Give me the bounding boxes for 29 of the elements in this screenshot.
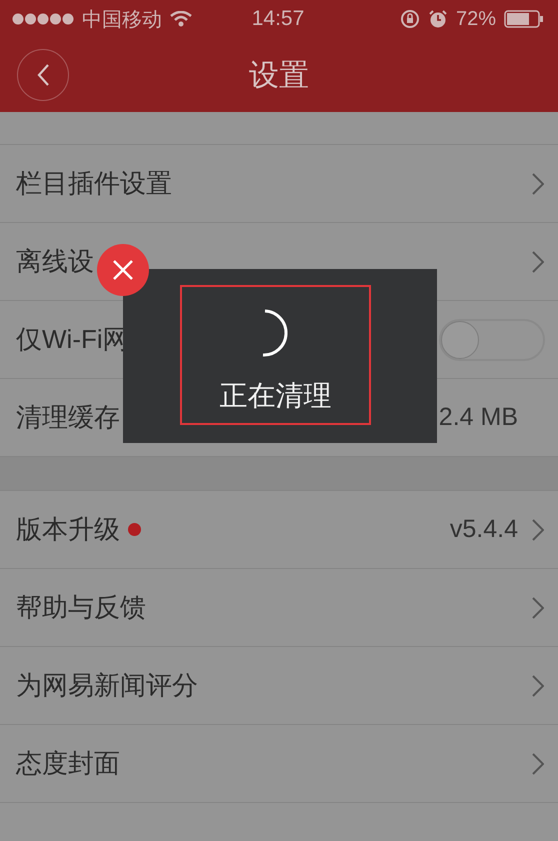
row-label: 栏目插件设置 [16,167,172,200]
page-title: 设置 [249,58,309,94]
chevron-icon [532,596,544,618]
wifi-toggle[interactable] [439,318,545,360]
row-value: v5.4.4 [450,515,518,544]
row-label: 离线设 [16,245,94,278]
close-icon [112,259,134,281]
battery-icon [504,10,544,28]
wifi-icon [170,11,192,27]
carrier-name: 中国移动 [82,8,162,32]
chevron-icon [532,752,544,774]
row-label: 版本升级 [16,513,120,546]
chevron-icon [532,518,544,540]
back-button[interactable] [17,49,69,101]
toast-text: 正在清理 [220,379,332,413]
rotation-lock-icon [400,9,420,29]
row-value: 2.4 MB [438,403,518,432]
alarm-icon [428,9,448,29]
row-label: 态度封面 [16,747,120,780]
chevron-icon [532,250,544,272]
row-label: 帮助与反馈 [16,591,146,624]
row-label: 为网易新闻评分 [16,669,198,702]
loading-spinner-icon [260,309,290,357]
signal-icon [12,13,74,25]
row-label: 清理缓存 [16,401,120,434]
chevron-icon [532,172,544,194]
clock-time: 14:57 [252,7,304,31]
battery-percent: 72% [456,8,496,30]
chevron-icon [532,674,544,696]
